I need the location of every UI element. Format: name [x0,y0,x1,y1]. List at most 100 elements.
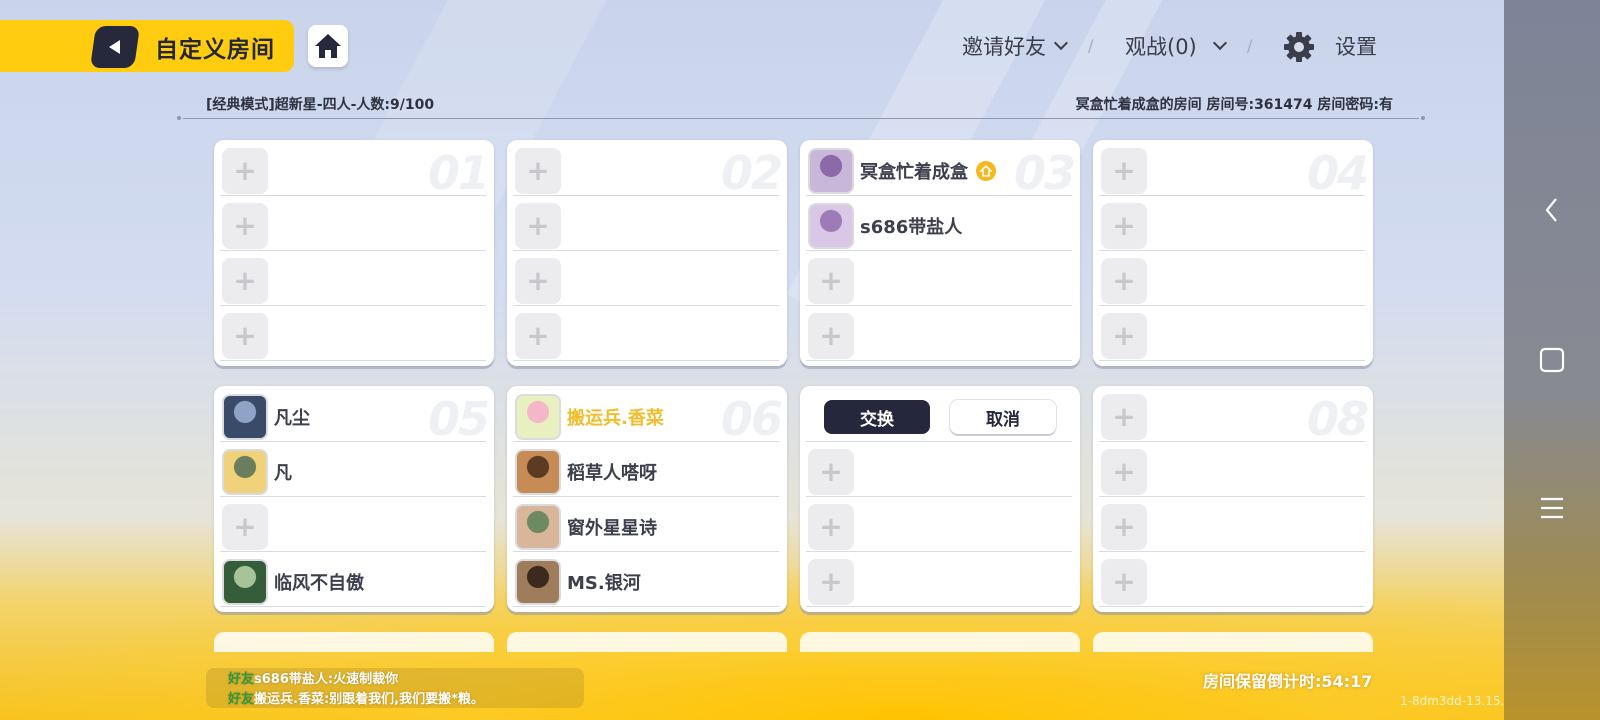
player-name: s686带盐人 [860,216,963,238]
empty-slot[interactable]: + [806,311,1072,361]
player-name: 搬运兵.香菜 [567,407,664,429]
empty-slot[interactable]: + [806,447,1072,497]
plus-icon: + [1101,257,1147,304]
chat-box[interactable]: 好友s686带盐人:火速制裁你 好友搬运兵.香菜:别跟着我们,我们要搬*粮。 [206,668,584,708]
chevron-down-icon [1053,35,1069,51]
empty-slot[interactable]: + [806,256,1072,306]
player-slot[interactable]: 窗外星星诗 [513,502,779,552]
empty-slot[interactable]: + [220,256,486,306]
empty-slot[interactable]: + [220,311,486,361]
empty-slot[interactable]: + [806,502,1072,552]
team-panel-partial [1093,632,1373,652]
empty-slot[interactable]: + [1099,201,1365,251]
player-slot[interactable]: s686带盐人 [806,201,1072,251]
player-slot[interactable]: 稻草人嗒呀 [513,447,779,497]
team-panel-01: 01 + + + + [214,140,494,366]
player-slot[interactable]: 凡尘 [220,392,486,442]
settings-label[interactable]: 设置 [1335,31,1377,61]
empty-slot[interactable]: + [1099,557,1365,607]
settings-button[interactable] [1283,31,1315,67]
cancel-button[interactable]: 取消 [950,400,1056,434]
chat-message: 好友搬运兵.香菜:别跟着我们,我们要搬*粮。 [228,690,584,710]
player-name: 凡 [274,462,292,484]
empty-slot[interactable]: + [513,146,779,196]
empty-slot[interactable]: + [513,201,779,251]
spectate-dropdown[interactable]: 观战(0) [1125,31,1227,61]
plus-icon: + [1101,147,1147,194]
empty-slot[interactable]: + [1099,311,1365,361]
invite-friends-label: 邀请好友 [962,35,1046,59]
empty-slot[interactable]: + [220,502,486,552]
divider: / [1088,36,1094,55]
team-panel-08: 08 + + + + [1093,386,1373,612]
plus-icon: + [515,257,561,304]
team-panel-05: 05 凡尘凡 + 临风不自傲 [214,386,494,612]
plus-icon: + [515,312,561,359]
page-title: 自定义房间 [155,37,275,63]
empty-slot[interactable]: + [220,146,486,196]
empty-slot[interactable]: + [513,311,779,361]
back-button[interactable] [90,26,140,68]
player-slot[interactable]: 搬运兵.香菜 [513,392,779,442]
home-button[interactable] [308,25,348,67]
nav-recents-button[interactable] [1504,484,1600,532]
plus-icon: + [808,503,854,550]
room-mode-info: [经典模式]超新星-四人-人数:9/100 [206,97,435,113]
room-id-info: 冥盒忙着成盒的房间 房间号:361474 房间密码:有 [1075,97,1393,113]
plus-icon: + [1101,503,1147,550]
avatar [808,147,854,194]
player-slot[interactable]: 临风不自傲 [220,557,486,607]
plus-icon: + [515,202,561,249]
team-panel-partial [507,632,787,652]
plus-icon: + [222,147,268,194]
gear-icon [1284,32,1314,62]
system-nav-bar [1504,0,1600,720]
empty-slot[interactable]: + [1099,392,1365,442]
chat-tag: 好友 [228,672,255,687]
plus-icon: + [1101,202,1147,249]
empty-slot[interactable]: + [220,201,486,251]
divider: / [1247,36,1253,55]
avatar [222,558,268,605]
team-panel-06: 06 搬运兵.香菜 稻草人嗒呀 窗外星星诗 MS.银河 [507,386,787,612]
empty-slot[interactable]: + [1099,502,1365,552]
avatar [222,448,268,495]
plus-icon: + [808,257,854,304]
avatar [515,558,561,605]
player-slot[interactable]: 凡 [220,447,486,497]
chat-text: s686带盐人:火速制裁你 [254,672,399,687]
player-name: 凡尘 [274,407,310,429]
player-name: 窗外星星诗 [567,517,657,539]
plus-icon: + [515,147,561,194]
plus-icon: + [1101,558,1147,605]
empty-slot[interactable]: + [806,557,1072,607]
team-panel-04: 04 + + + + [1093,140,1373,366]
plus-icon: + [222,257,268,304]
chevron-down-icon [1212,35,1227,51]
team-panel-partial [800,632,1080,652]
invite-friends-dropdown[interactable]: 邀请好友 [962,31,1069,61]
empty-slot[interactable]: + [1099,256,1365,306]
avatar [515,393,561,440]
nav-back-button[interactable] [1504,186,1600,234]
player-name: MS.银河 [567,572,641,594]
spectate-label: 观战(0) [1125,35,1197,59]
player-slot[interactable]: 冥盒忙着成盒 [806,146,1072,196]
home-icon [315,34,341,58]
menu-icon [1541,497,1563,519]
plus-icon: + [808,312,854,359]
empty-slot[interactable]: + [513,256,779,306]
empty-slot[interactable]: + [1099,146,1365,196]
nav-home-button[interactable] [1504,336,1600,384]
avatar [515,448,561,495]
player-name: 稻草人嗒呀 [567,462,657,484]
empty-slot[interactable]: + [1099,447,1365,497]
room-countdown: 房间保留倒计时:54:17 [1203,672,1373,691]
plus-icon: + [222,202,268,249]
player-slot[interactable]: MS.银河 [513,557,779,607]
divider [806,441,1072,442]
team-panel-03: 03 冥盒忙着成盒 s686带盐人 + + [800,140,1080,366]
swap-button[interactable]: 交换 [824,400,930,434]
divider [177,116,1425,120]
team-panel-07: 交换 取消 + + + [800,386,1080,612]
